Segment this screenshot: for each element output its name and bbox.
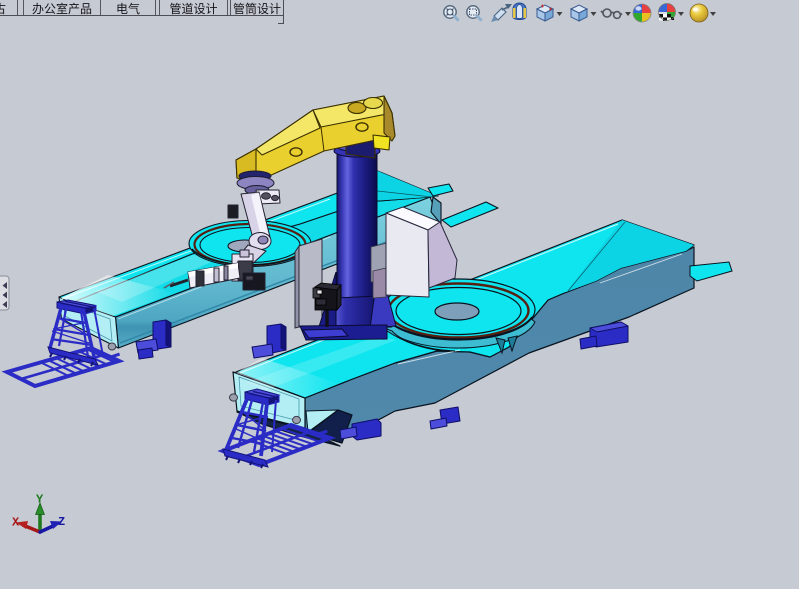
svg-text:Y: Y: [36, 493, 44, 507]
svg-text:Z: Z: [58, 515, 65, 529]
svg-text:X: X: [12, 516, 20, 530]
